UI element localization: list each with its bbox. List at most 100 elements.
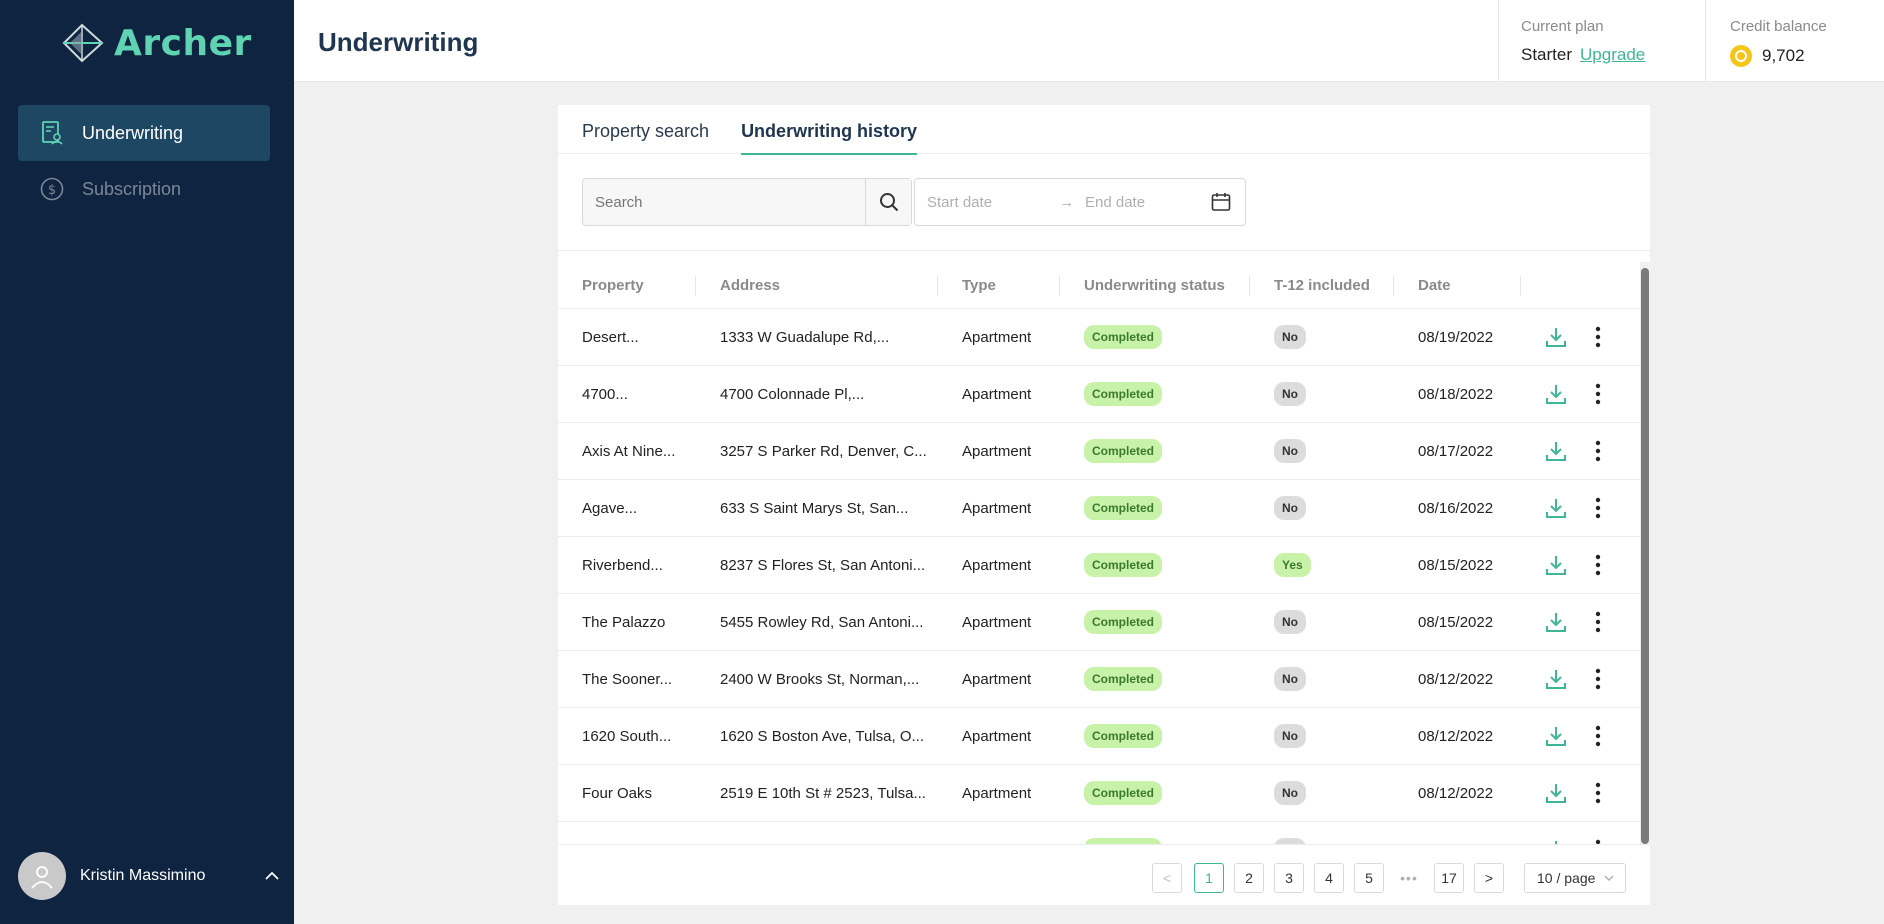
more-options-icon[interactable] <box>1595 383 1601 405</box>
table-row[interactable]: 4700...4700 Colonnade Pl,...ApartmentCom… <box>558 366 1640 423</box>
download-icon[interactable] <box>1545 611 1567 633</box>
table-row[interactable]: Riverbend...8237 S Flores St, San Antoni… <box>558 537 1640 594</box>
more-options-icon[interactable] <box>1595 725 1601 747</box>
prev-page-button[interactable]: < <box>1152 863 1182 893</box>
download-icon[interactable] <box>1545 668 1567 690</box>
status-badge: Completed <box>1084 553 1162 577</box>
column-header-type[interactable]: Type <box>938 262 1060 308</box>
scrollbar-thumb[interactable] <box>1641 268 1649 844</box>
property-type: Apartment <box>962 500 1031 517</box>
tab-property-search[interactable]: Property search <box>582 105 709 154</box>
page-button-2[interactable]: 2 <box>1234 863 1264 893</box>
property-name[interactable]: Desert... <box>582 329 639 346</box>
table-row[interactable]: 1620 South... 1620 S Boston Ave, Tulsa, O… <box>558 708 1640 765</box>
property-type: Apartment <box>962 329 1031 346</box>
page-title: Underwriting <box>318 27 478 58</box>
property-address: 2519 E 10th St # 2523, Tulsa... <box>720 785 926 802</box>
property-name[interactable]: Agave... <box>582 500 637 517</box>
arrow-right-icon: → <box>1059 194 1085 211</box>
column-header-date[interactable]: Date <box>1394 262 1521 308</box>
download-icon[interactable] <box>1545 725 1567 747</box>
property-address: 5455 Rowley Rd, San Antoni... <box>720 614 923 631</box>
table-row[interactable]: Desert...1333 W Guadalupe Rd,...Apartmen… <box>558 309 1640 366</box>
property-type: Apartment <box>962 785 1031 802</box>
tab-underwriting-history[interactable]: Underwriting history <box>741 105 917 154</box>
property-name[interactable]: 4700... <box>582 386 628 403</box>
property-type: Apartment <box>962 728 1031 745</box>
page-button-17[interactable]: 17 <box>1434 863 1464 893</box>
column-header-status[interactable]: Underwriting status <box>1060 262 1250 308</box>
column-header-actions <box>1521 262 1640 308</box>
download-icon[interactable] <box>1545 440 1567 462</box>
table-row[interactable]: The Sooner...2400 W Brooks St, Norman,..… <box>558 651 1640 708</box>
more-options-icon[interactable] <box>1595 611 1601 633</box>
table-header: Property Address Type Underwriting statu… <box>558 262 1640 309</box>
table-row[interactable]: Four Oaks 2519 E 10th St # 2523, Tulsa...… <box>558 765 1640 822</box>
property-type: Apartment <box>962 614 1031 631</box>
table-row[interactable]: Axis At Nine...3257 S Parker Rd, Denver,… <box>558 423 1640 480</box>
table-scrollbar[interactable] <box>1640 262 1650 844</box>
page-button-1[interactable]: 1 <box>1194 863 1224 893</box>
credit-balance-box: Credit balance 9,702 <box>1705 0 1884 82</box>
more-options-icon[interactable] <box>1595 668 1601 690</box>
sidebar-item-subscription[interactable]: $ Subscription <box>18 161 270 217</box>
search-input[interactable] <box>583 179 865 225</box>
column-header-address[interactable]: Address <box>696 262 938 308</box>
property-address: 4700 Colonnade Pl,... <box>720 386 864 403</box>
table-row[interactable]: The Palazzo 5455 Rowley Rd, San Antoni...… <box>558 594 1640 651</box>
t12-badge: No <box>1274 439 1306 463</box>
property-type: Apartment <box>962 671 1031 688</box>
user-menu[interactable]: Kristin Massimino <box>18 852 282 900</box>
search-button[interactable] <box>865 179 911 225</box>
underwriting-date: 08/18/2022 <box>1418 386 1493 403</box>
property-type: Apartment <box>962 386 1031 403</box>
search-box <box>582 178 912 226</box>
upgrade-link[interactable]: Upgrade <box>1580 45 1645 65</box>
column-header-t12[interactable]: T-12 included <box>1250 262 1394 308</box>
pagination: < 1 2 3 4 5 ••• 17 > 10 / page <box>558 844 1650 905</box>
column-header-property[interactable]: Property <box>558 262 696 308</box>
pagination-ellipsis[interactable]: ••• <box>1394 863 1424 893</box>
page-button-4[interactable]: 4 <box>1314 863 1344 893</box>
more-options-icon[interactable] <box>1595 554 1601 576</box>
underwriting-date: 08/15/2022 <box>1418 557 1493 574</box>
next-page-button[interactable]: > <box>1474 863 1504 893</box>
sidebar-item-underwriting[interactable]: Underwriting <box>18 105 270 161</box>
current-plan-value: Starter <box>1521 45 1572 65</box>
download-icon[interactable] <box>1545 782 1567 804</box>
more-options-icon[interactable] <box>1595 326 1601 348</box>
svg-text:$: $ <box>48 183 56 198</box>
property-name[interactable]: Axis At Nine... <box>582 443 675 460</box>
end-date-input[interactable]: End date <box>1085 194 1197 211</box>
download-icon[interactable] <box>1545 497 1567 519</box>
sidebar: Archer Underwriting $ Subscription Krist… <box>0 0 294 924</box>
status-badge: Completed <box>1084 325 1162 349</box>
property-address: 1620 S Boston Ave, Tulsa, O... <box>720 728 924 745</box>
property-name[interactable]: Four Oaks <box>582 785 652 802</box>
chevron-up-icon[interactable] <box>262 866 282 886</box>
property-name[interactable]: Riverbend... <box>582 557 663 574</box>
property-name[interactable]: The Palazzo <box>582 614 665 631</box>
more-options-icon[interactable] <box>1595 497 1601 519</box>
date-range-picker[interactable]: Start date → End date <box>914 178 1246 226</box>
property-name[interactable]: The Sooner... <box>582 671 672 688</box>
download-icon[interactable] <box>1545 383 1567 405</box>
property-name[interactable]: 1620 South... <box>582 728 671 745</box>
start-date-input[interactable]: Start date <box>927 194 1059 211</box>
page-size-select[interactable]: 10 / page <box>1524 863 1626 893</box>
more-options-icon[interactable] <box>1595 782 1601 804</box>
calendar-icon[interactable] <box>1197 192 1245 212</box>
t12-badge: No <box>1274 781 1306 805</box>
page-button-3[interactable]: 3 <box>1274 863 1304 893</box>
credit-balance-value: 9,702 <box>1762 46 1805 66</box>
download-icon[interactable] <box>1545 554 1567 576</box>
more-options-icon[interactable] <box>1595 440 1601 462</box>
table-body: Desert...1333 W Guadalupe Rd,...Apartmen… <box>558 309 1640 844</box>
table-row[interactable]: CompletedNo <box>558 822 1640 844</box>
t12-badge: No <box>1274 382 1306 406</box>
page-button-5[interactable]: 5 <box>1354 863 1384 893</box>
download-icon[interactable] <box>1545 326 1567 348</box>
chevron-down-icon <box>1603 872 1615 884</box>
table-row[interactable]: Agave...633 S Saint Marys St, San...Apar… <box>558 480 1640 537</box>
logo[interactable]: Archer <box>60 22 252 64</box>
